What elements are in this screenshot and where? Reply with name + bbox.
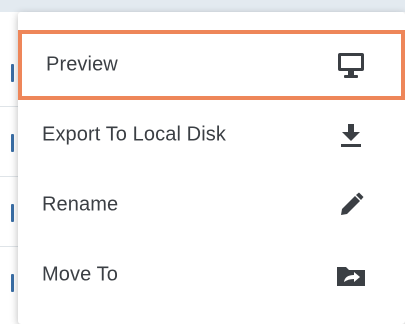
- menu-item-move-to[interactable]: Move To: [18, 240, 405, 310]
- row-marker: [11, 204, 14, 222]
- download-icon: [335, 119, 367, 151]
- move-folder-icon: [335, 259, 367, 291]
- monitor-icon: [335, 49, 367, 81]
- context-menu: Preview Export To Local Disk Rename Move…: [18, 12, 405, 324]
- menu-item-label: Rename: [42, 193, 119, 216]
- row-marker: [11, 274, 14, 292]
- menu-item-label: Preview: [46, 53, 118, 76]
- row-marker: [11, 134, 14, 152]
- menu-item-label: Move To: [42, 263, 118, 286]
- pencil-icon: [335, 189, 367, 221]
- menu-item-export-to-local-disk[interactable]: Export To Local Disk: [18, 100, 405, 170]
- menu-item-preview[interactable]: Preview: [18, 30, 405, 100]
- menu-item-label: Export To Local Disk: [42, 123, 226, 146]
- menu-item-rename[interactable]: Rename: [18, 170, 405, 240]
- table-header-strip: [0, 0, 405, 12]
- row-marker: [11, 64, 14, 82]
